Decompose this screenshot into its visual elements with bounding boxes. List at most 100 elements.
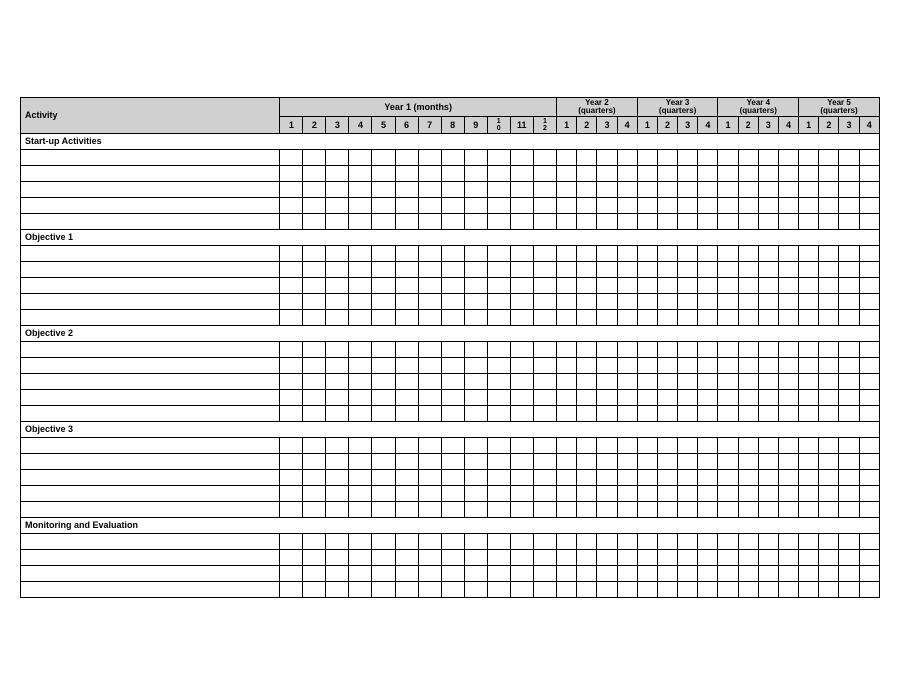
section-title-obj2: Objective 2 [21, 326, 880, 342]
data-cell [799, 150, 819, 166]
data-cell [418, 502, 441, 518]
data-cell [718, 182, 738, 198]
data-cell [303, 438, 326, 454]
y5-q2: 2 [819, 117, 839, 134]
data-cell [372, 406, 395, 422]
data-cell [758, 406, 778, 422]
data-cell [819, 454, 839, 470]
data-cell [738, 406, 758, 422]
data-cell [464, 214, 487, 230]
data-cell [859, 214, 879, 230]
data-cell [487, 246, 510, 262]
data-cell [510, 406, 533, 422]
data-cell [280, 486, 303, 502]
data-cell [819, 582, 839, 598]
data-cell [441, 534, 464, 550]
data-cell [349, 278, 372, 294]
data-cell [280, 310, 303, 326]
data-cell [738, 310, 758, 326]
table-row [21, 246, 880, 262]
data-cell [839, 182, 859, 198]
data-cell [597, 470, 617, 486]
data-cell [372, 566, 395, 582]
data-cell [418, 342, 441, 358]
section-label-obj2: Objective 2 [21, 326, 880, 342]
y2-q3: 3 [597, 117, 617, 134]
data-cell [859, 454, 879, 470]
data-cell [617, 502, 637, 518]
data-cell [303, 262, 326, 278]
data-cell [597, 566, 617, 582]
data-cell [557, 374, 577, 390]
data-cell [303, 486, 326, 502]
data-cell [326, 214, 349, 230]
data-cell [839, 374, 859, 390]
data-cell [557, 438, 577, 454]
data-cell [758, 246, 778, 262]
data-cell [657, 470, 677, 486]
data-cell [758, 582, 778, 598]
data-cell [303, 246, 326, 262]
data-cell [510, 150, 533, 166]
data-cell [799, 166, 819, 182]
data-cell [349, 406, 372, 422]
y3-q2: 2 [657, 117, 677, 134]
data-cell [487, 278, 510, 294]
data-cell [778, 246, 798, 262]
table-row [21, 198, 880, 214]
data-cell [464, 390, 487, 406]
data-cell [557, 198, 577, 214]
data-cell [597, 486, 617, 502]
data-cell [441, 182, 464, 198]
data-cell [372, 534, 395, 550]
data-cell [533, 278, 556, 294]
data-cell [698, 358, 718, 374]
data-cell [617, 454, 637, 470]
data-cell [326, 438, 349, 454]
data-cell [510, 454, 533, 470]
data-cell [657, 214, 677, 230]
data-cell [372, 166, 395, 182]
data-cell [487, 214, 510, 230]
data-cell [859, 182, 879, 198]
data-cell [577, 534, 597, 550]
data-cell [637, 374, 657, 390]
data-cell [859, 310, 879, 326]
data-cell [349, 262, 372, 278]
data-cell [303, 342, 326, 358]
data-cell [698, 150, 718, 166]
data-cell [718, 438, 738, 454]
year3-header: Year 3 (quarters) [637, 98, 718, 117]
data-cell [326, 198, 349, 214]
data-cell [326, 454, 349, 470]
data-cell [577, 566, 597, 582]
data-cell [678, 502, 698, 518]
data-cell [395, 486, 418, 502]
data-cell [533, 310, 556, 326]
month-11: 11 [510, 117, 533, 134]
data-cell [678, 486, 698, 502]
table-row [21, 214, 880, 230]
data-cell [510, 486, 533, 502]
data-cell [395, 454, 418, 470]
data-cell [577, 262, 597, 278]
month-2: 2 [303, 117, 326, 134]
data-cell [637, 278, 657, 294]
data-cell [738, 550, 758, 566]
data-cell [657, 582, 677, 598]
data-cell [372, 486, 395, 502]
data-cell [349, 502, 372, 518]
data-cell [819, 534, 839, 550]
data-cell [303, 198, 326, 214]
data-cell [617, 470, 637, 486]
data-cell [698, 454, 718, 470]
data-cell [617, 486, 637, 502]
data-cell [487, 342, 510, 358]
y4-q4: 4 [778, 117, 798, 134]
data-cell [678, 438, 698, 454]
data-cell [326, 374, 349, 390]
data-cell [441, 246, 464, 262]
data-cell [577, 182, 597, 198]
data-cell [657, 166, 677, 182]
data-cell [839, 246, 859, 262]
